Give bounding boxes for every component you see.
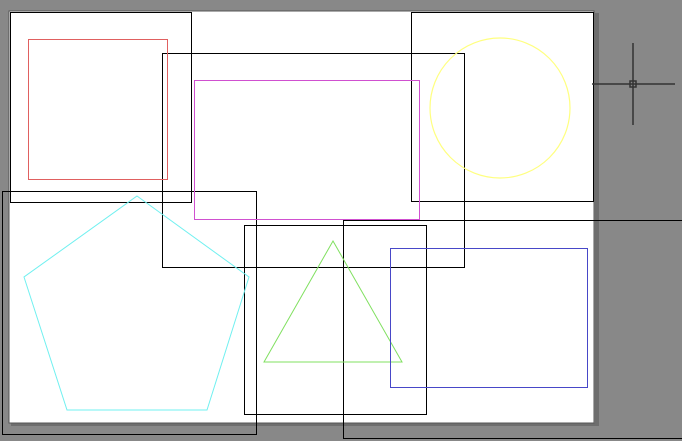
paper-shadow — [595, 13, 599, 426]
drawing-canvas[interactable] — [0, 0, 682, 441]
crosshair-icon — [592, 43, 675, 125]
paper-sheet — [8, 10, 595, 424]
